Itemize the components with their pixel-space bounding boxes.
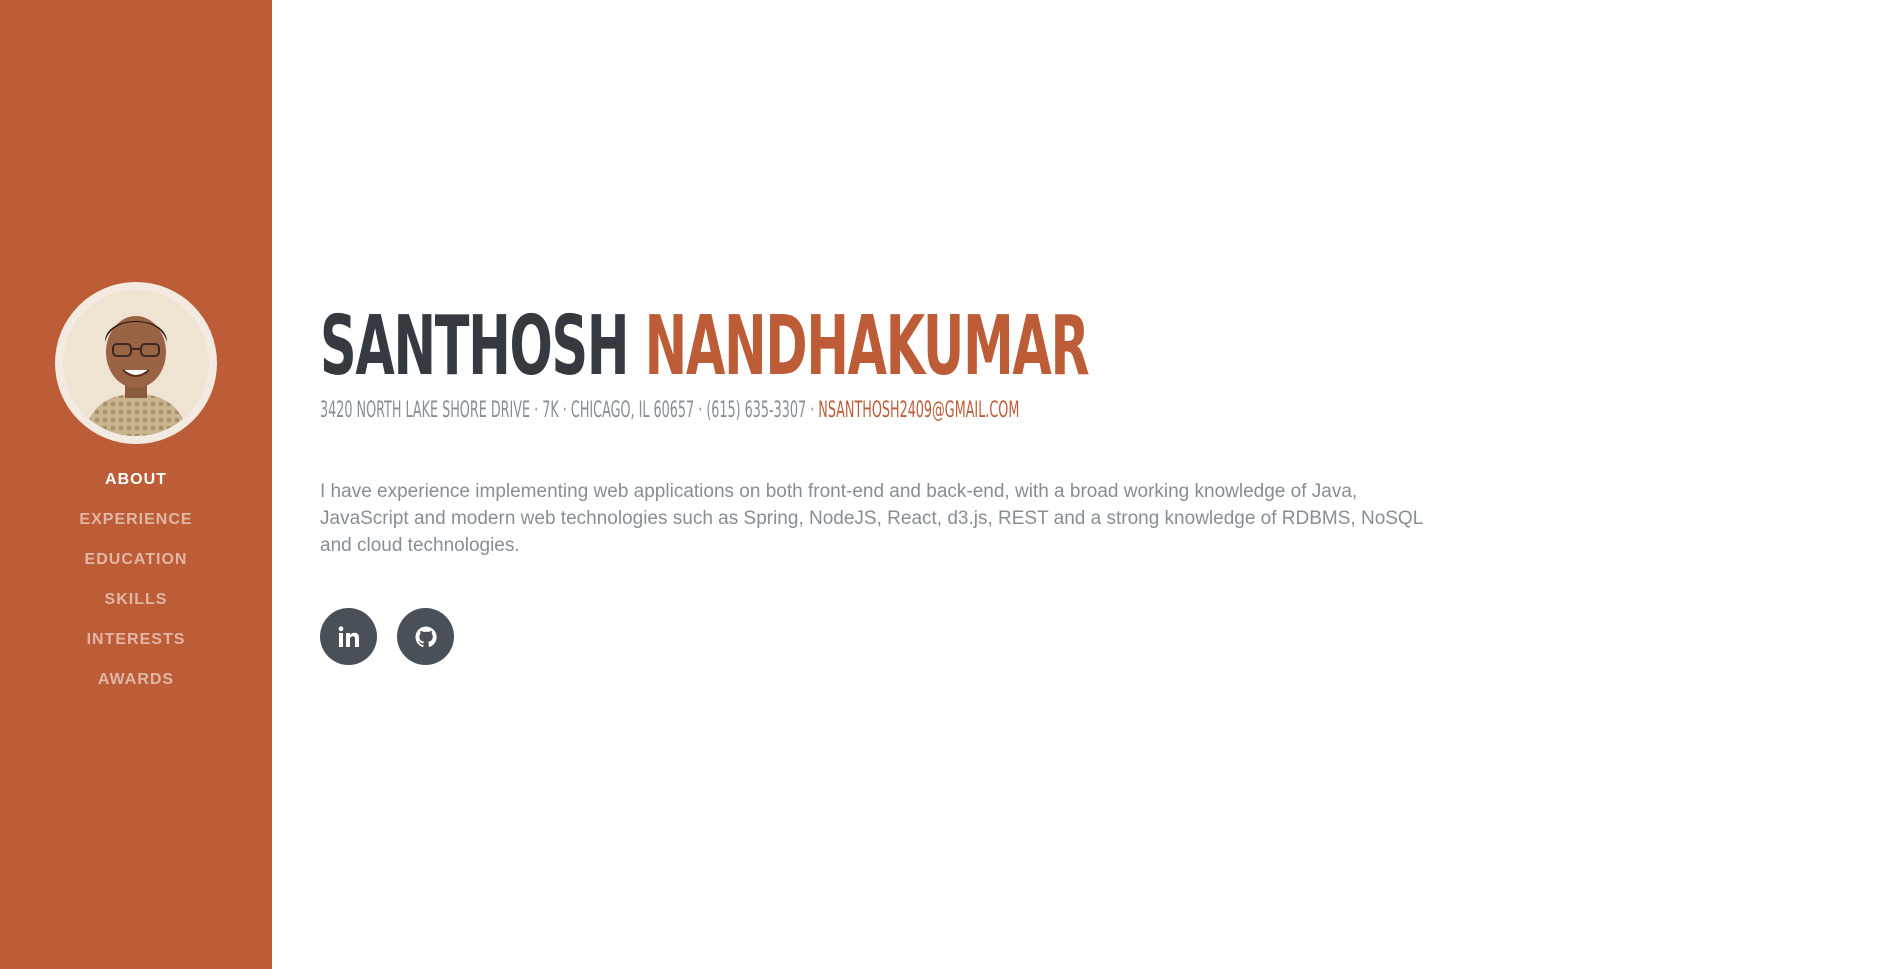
nav-link-interests[interactable]: Interests [87,631,186,648]
nav-link-skills[interactable]: Skills [105,591,168,608]
email-link[interactable]: nsanthosh2409@gmail.com [818,398,1019,423]
profile-photo [55,282,217,444]
address-text: 3420 North Lake Shore Drive · 7K · Chica… [320,398,815,423]
last-name: NANDHAKUMAR [644,299,1090,394]
linkedin-button[interactable] [320,608,377,665]
github-icon [415,626,437,647]
nav-item-skills: Skills [0,580,272,620]
sidebar: About Experience Education Skills Intere… [0,0,272,969]
nav-item-awards: Awards [0,660,272,700]
page-title: SANTHOSH NANDHAKUMAR [320,299,1090,394]
linkedin-icon [338,625,359,647]
sidebar-nav: About Experience Education Skills Intere… [0,460,272,700]
nav-link-awards[interactable]: Awards [98,671,174,688]
social-icons [320,608,454,665]
contact-info: 3420 North Lake Shore Drive · 7K · Chica… [320,398,1019,423]
nav-link-education[interactable]: Education [85,551,188,568]
nav-link-experience[interactable]: Experience [79,511,192,528]
nav-item-about: About [0,460,272,500]
bio-text: I have experience implementing web appli… [320,481,1423,556]
github-button[interactable] [397,608,454,665]
nav-item-education: Education [0,540,272,580]
nav-item-interests: Interests [0,620,272,660]
nav-item-experience: Experience [0,500,272,540]
first-name: SANTHOSH [320,299,629,394]
nav-link-about[interactable]: About [105,471,167,488]
